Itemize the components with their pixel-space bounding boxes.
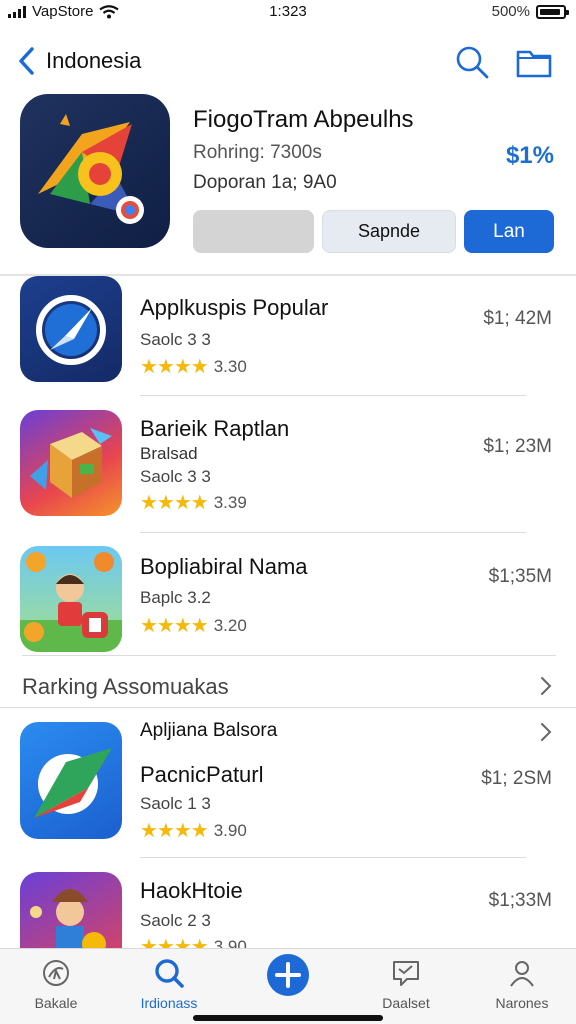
app-meta: Saolc 3 3 <box>140 467 211 486</box>
tab-narones[interactable]: Narones <box>472 957 572 1017</box>
chevron-right-icon[interactable] <box>540 722 552 742</box>
app-rating: ★★★★ 3.90 <box>140 818 247 843</box>
hero-character-icon <box>20 872 122 948</box>
rating-value: 3.20 <box>213 615 247 635</box>
chevron-left-icon <box>19 47 34 75</box>
folder-icon[interactable] <box>514 44 554 80</box>
tab-bar: Bakale Irdionass Daalset Narones <box>0 948 576 1024</box>
app-name: PacnicPaturl <box>140 762 264 787</box>
list-item[interactable]: HaokHtoie Saolc 2 3 ★★★★ 3.90 $1;33M <box>0 868 576 948</box>
app-name: Bopliabiral Nama <box>140 554 308 579</box>
secondary-button[interactable]: Sapnde <box>322 210 456 253</box>
rating-value: 3.90 <box>213 936 247 949</box>
battery-percent: 500% <box>491 3 530 20</box>
app-price: $1;35M <box>488 566 552 587</box>
app-name: Applkuspis Popular <box>140 295 329 320</box>
globe-icon <box>43 960 69 986</box>
plus-circle-icon <box>267 954 309 996</box>
app-meta: Saolc 1 3 <box>140 794 211 813</box>
leaf-arrow-icon <box>20 722 122 839</box>
row-divider <box>22 655 556 656</box>
kid-game-icon <box>20 546 122 652</box>
tab-search[interactable]: Irdionass <box>119 957 219 1017</box>
status-right: 500% <box>491 3 569 20</box>
featured-price: $1% <box>505 142 554 169</box>
home-indicator <box>193 1015 383 1021</box>
message-icon <box>393 961 419 986</box>
row-divider <box>140 532 526 533</box>
cube-game-icon <box>20 410 122 516</box>
nav-bar: Indonesia <box>0 36 576 88</box>
rating-stars: ★★★★ <box>140 492 209 514</box>
rating-stars: ★★★★ <box>140 820 209 842</box>
ranking-subheading: Apljiana Balsora <box>140 720 278 741</box>
rating-stars: ★★★★ <box>140 615 209 637</box>
app-meta: Baplc 3.2 <box>140 588 211 607</box>
app-price: $1; 42M <box>483 308 552 329</box>
rating-value: 3.30 <box>213 356 247 376</box>
section-title: Rarking Assomuakas <box>22 674 229 699</box>
rating-value: 3.90 <box>213 820 247 840</box>
tab-label: Bakale <box>34 995 78 1011</box>
section-divider <box>0 707 576 708</box>
featured-app-icon[interactable] <box>20 94 170 248</box>
app-rating: ★★★★ 3.39 <box>140 490 247 515</box>
tab-bakale[interactable]: Bakale <box>6 957 106 1017</box>
app-subtitle: Bralsad <box>140 444 198 463</box>
battery-icon <box>536 4 569 19</box>
featured-info-2: Doporan 1a; 9A0 <box>193 172 337 193</box>
tab-label: Narones <box>495 995 549 1011</box>
status-time: 1:323 <box>269 3 307 20</box>
status-bar: VapStore 1:323 500% <box>0 0 576 26</box>
row-divider <box>140 857 526 858</box>
get-button[interactable]: Lan <box>464 210 554 253</box>
app-meta: Saolc 3 3 <box>140 330 211 349</box>
app-price: $1;33M <box>488 890 552 911</box>
app-meta: Saolc 2 3 <box>140 911 211 930</box>
app-name: HaokHtoie <box>140 878 243 903</box>
search-icon <box>155 959 184 988</box>
rating-value: 3.39 <box>213 492 247 512</box>
nav-title: Indonesia <box>46 48 142 73</box>
tab-label: Irdionass <box>140 995 198 1011</box>
list-item[interactable]: Barieik Raptlan Bralsad Saolc 3 3 ★★★★ 3… <box>0 408 576 544</box>
list-item[interactable]: Apljiana Balsora PacnicPaturl Saolc 1 3 … <box>0 712 576 858</box>
app-name: Barieik Raptlan <box>140 416 290 441</box>
tab-daalset[interactable]: Daalset <box>356 957 456 1017</box>
tab-label: Daalset <box>382 995 430 1011</box>
rating-stars: ★★★★ <box>140 356 209 378</box>
row-divider <box>140 395 526 396</box>
search-icon[interactable] <box>454 44 490 80</box>
person-icon <box>510 961 534 987</box>
featured-info-1: Rohring: 7300s <box>193 142 322 163</box>
featured-title: FiogoTram Abpeulhs <box>193 106 414 133</box>
back-button[interactable]: Indonesia <box>16 46 141 76</box>
compass-icon <box>20 276 122 382</box>
featured-app: FiogoTram Abpeulhs Rohring: 7300s Dopora… <box>0 94 576 274</box>
rating-stars: ★★★★ <box>140 936 209 948</box>
chevron-right-icon <box>541 677 552 695</box>
app-price: $1; 23M <box>483 436 552 457</box>
tab-add[interactable] <box>238 953 338 1013</box>
blank-button[interactable] <box>193 210 314 253</box>
app-rating: ★★★★ 3.90 <box>140 934 247 948</box>
list-item[interactable]: Applkuspis Popular Saolc 3 3 ★★★★ 3.30 $… <box>0 276 576 412</box>
section-header[interactable]: Rarking Assomuakas <box>0 664 576 708</box>
app-rating: ★★★★ 3.30 <box>140 354 247 379</box>
app-rating: ★★★★ 3.20 <box>140 613 247 638</box>
app-price: $1; 2SM <box>481 768 552 789</box>
list-item[interactable]: Bopliabiral Nama Baplc 3.2 ★★★★ 3.20 $1;… <box>0 540 576 676</box>
